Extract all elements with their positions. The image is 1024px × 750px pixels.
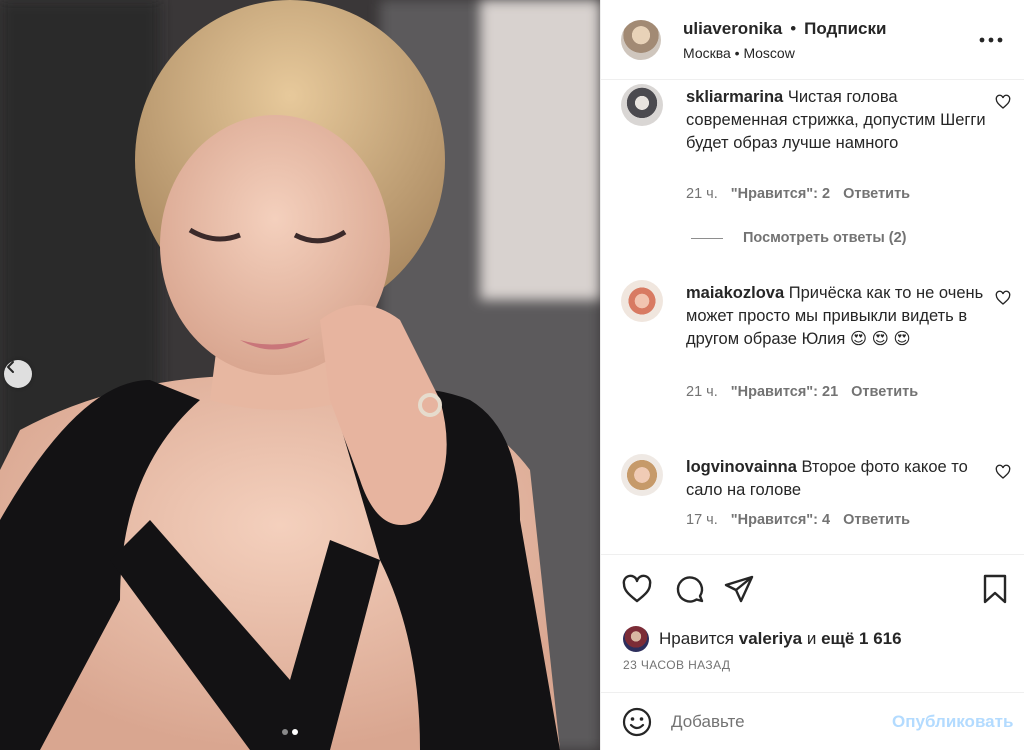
view-replies-button[interactable]: Посмотреть ответы (2): [691, 230, 907, 246]
bookmark-icon[interactable]: [979, 573, 1011, 605]
commenter-username[interactable]: maiakozlova: [686, 284, 784, 302]
liker-username[interactable]: valeriya: [739, 629, 802, 649]
author-avatar[interactable]: [621, 19, 661, 60]
post-photo: [0, 0, 600, 750]
following-button[interactable]: Подписки: [804, 19, 886, 39]
comment-time[interactable]: 17 ч.: [686, 512, 718, 528]
carousel-dot: [282, 729, 288, 735]
likes-summary[interactable]: Нравится valeriya и ещё 1 616: [623, 626, 902, 652]
comment-input[interactable]: [671, 711, 892, 732]
commenter-username[interactable]: skliarmarina: [686, 88, 783, 106]
comment-text-block: skliarmarina Чистая голова современная с…: [686, 86, 986, 155]
likes-middle: и: [806, 629, 817, 648]
commenter-avatar[interactable]: [621, 280, 663, 322]
comments-list[interactable]: skliarmarina Чистая голова современная с…: [601, 80, 1024, 554]
publish-button[interactable]: Опубликовать: [892, 712, 1013, 732]
post-location[interactable]: Москва • Moscow: [683, 45, 977, 61]
heart-icon[interactable]: [621, 573, 653, 605]
comment-time[interactable]: 21 ч.: [686, 186, 718, 202]
more-options-button[interactable]: [977, 26, 1005, 54]
replies-divider-line: [691, 237, 723, 239]
post-header: uliaveronika • Подписки Москва • Moscow: [601, 0, 1024, 80]
comment-meta: 21 ч. "Нравится": 2 Ответить: [686, 186, 910, 202]
comment-meta: 21 ч. "Нравится": 21 Ответить: [686, 384, 918, 400]
view-replies-label: Посмотреть ответы (2): [743, 230, 907, 246]
comment-likes[interactable]: "Нравится": 21: [731, 384, 838, 400]
reply-button[interactable]: Ответить: [851, 384, 918, 400]
comment-time[interactable]: 21 ч.: [686, 384, 718, 400]
share-icon[interactable]: [723, 573, 755, 605]
more-horizontal-icon: [979, 37, 1003, 42]
comment-item: maiakozlova Причёска как то не очень мож…: [621, 280, 1017, 420]
likes-prefix: Нравится: [659, 629, 735, 648]
reply-button[interactable]: Ответить: [843, 512, 910, 528]
liker-avatar: [623, 626, 649, 652]
heart-icon[interactable]: [995, 94, 1011, 110]
commenter-username[interactable]: logvinovainna: [686, 458, 797, 476]
comment-likes[interactable]: "Нравится": 2: [731, 186, 830, 202]
reply-button[interactable]: Ответить: [843, 186, 910, 202]
comment-likes[interactable]: "Нравится": 4: [731, 512, 830, 528]
comment-icon[interactable]: [673, 573, 705, 605]
heart-icon[interactable]: [995, 290, 1011, 306]
smiley-icon[interactable]: [621, 706, 653, 738]
author-username[interactable]: uliaveronika: [683, 19, 782, 39]
carousel-indicator: [282, 729, 298, 735]
add-comment-bar: Опубликовать: [601, 692, 1024, 750]
commenter-avatar[interactable]: [621, 84, 663, 126]
chevron-left-icon: [7, 361, 14, 373]
portrait-image: [0, 0, 600, 750]
separator-dot: •: [790, 18, 797, 38]
post-actions: [601, 554, 1024, 622]
carousel-prev-button[interactable]: [4, 360, 32, 388]
post-panel: uliaveronika • Подписки Москва • Moscow …: [600, 0, 1024, 750]
heart-icon[interactable]: [995, 464, 1011, 480]
commenter-avatar[interactable]: [621, 454, 663, 496]
comment-text-block: logvinovainna Второе фото какое то сало …: [686, 456, 986, 502]
comment-text-block: maiakozlova Причёска как то не очень мож…: [686, 282, 986, 351]
comment-item: logvinovainna Второе фото какое то сало …: [621, 454, 1017, 554]
comment-item: skliarmarina Чистая голова современная с…: [621, 84, 1017, 224]
post-timestamp[interactable]: 23 ЧАСОВ НАЗАД: [623, 658, 730, 672]
comment-meta: 17 ч. "Нравится": 4 Ответить: [686, 512, 910, 528]
likes-count[interactable]: ещё 1 616: [821, 629, 902, 649]
carousel-dot-active: [292, 729, 298, 735]
author-info: uliaveronika • Подписки Москва • Moscow: [683, 19, 977, 61]
